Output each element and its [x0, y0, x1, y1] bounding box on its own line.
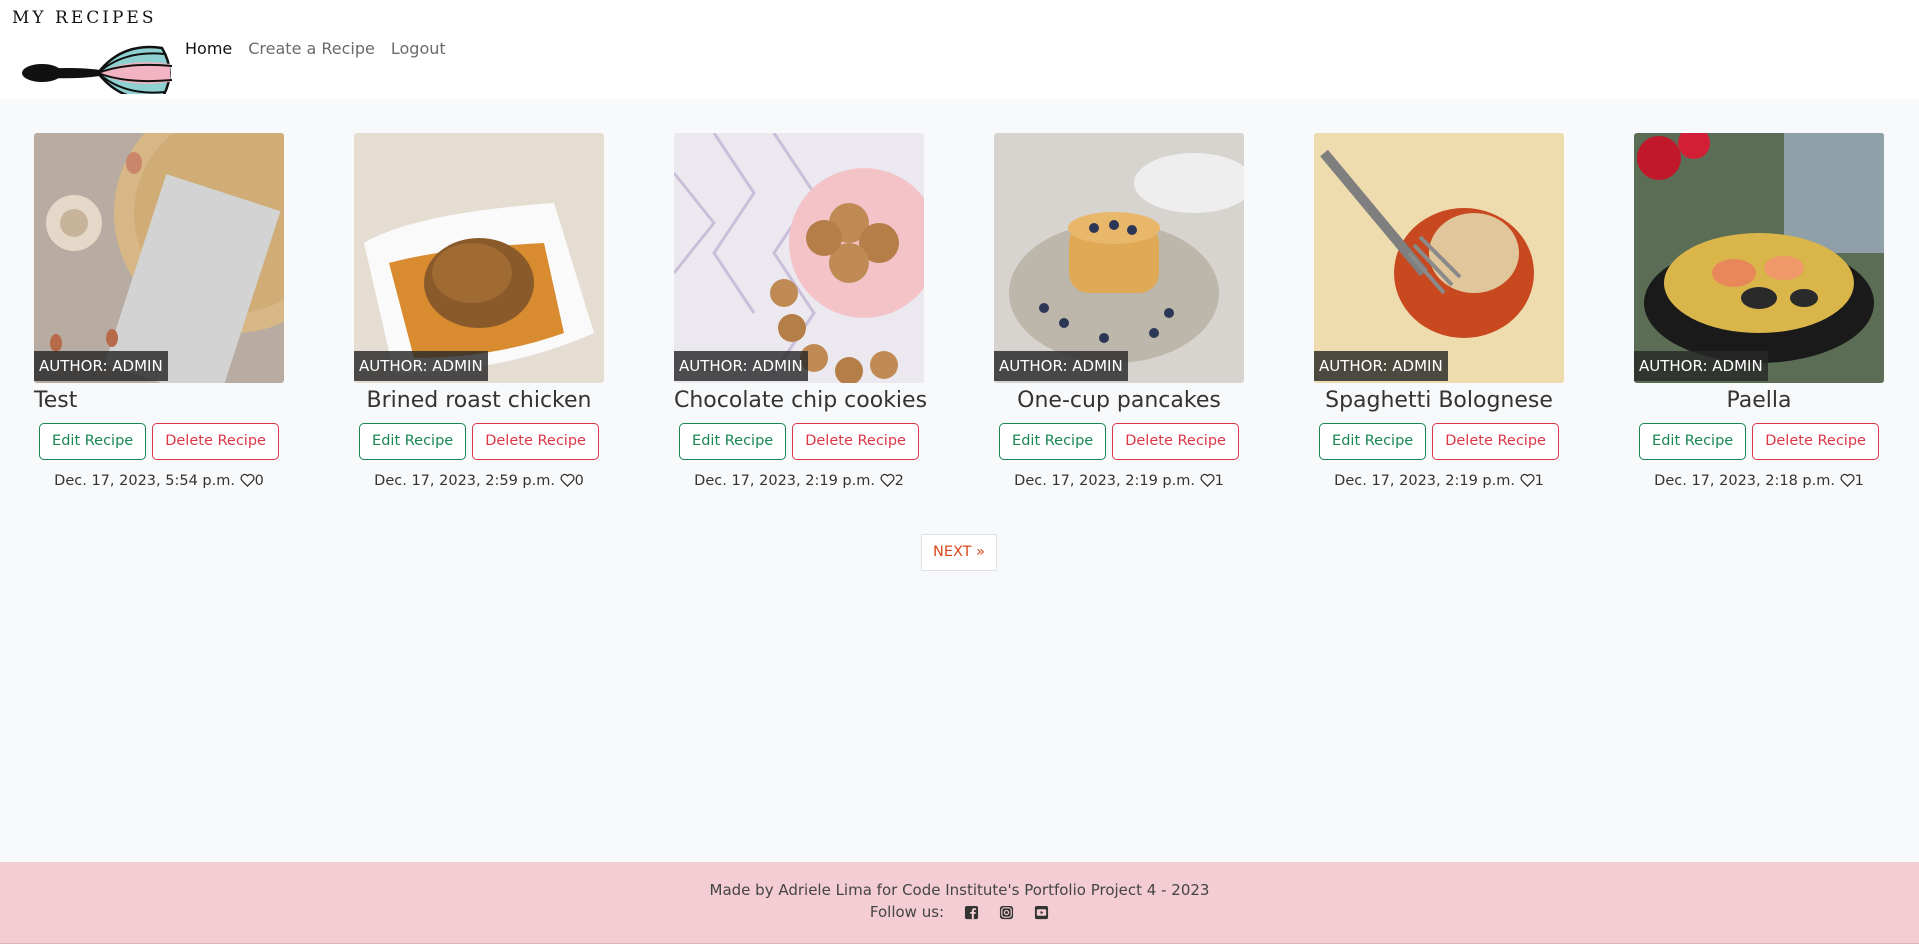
nav-home[interactable]: Home [185, 39, 232, 58]
recipe-meta: Dec. 17, 2023, 2:19 p.m. 1 [1314, 473, 1564, 489]
recipe-date: Dec. 17, 2023, 2:59 p.m. [374, 473, 555, 489]
edit-recipe-button[interactable]: Edit Recipe [359, 423, 467, 460]
recipe-image[interactable]: AUTHOR: ADMIN [674, 133, 924, 383]
recipe-title[interactable]: Spaghetti Bolognese [1314, 385, 1564, 417]
recipe-card: AUTHOR: ADMIN Brined roast chicken Edit … [354, 133, 604, 489]
recipe-meta: Dec. 17, 2023, 2:18 p.m. 1 [1634, 473, 1884, 489]
heart-icon[interactable] [1519, 473, 1535, 487]
recipe-date: Dec. 17, 2023, 2:19 p.m. [1014, 473, 1195, 489]
facebook-icon[interactable] [964, 905, 979, 920]
navbar: MY RECIPES Home Create a Recipe Logout [0, 0, 1919, 99]
brand[interactable]: MY RECIPES [12, 8, 173, 94]
author-label: AUTHOR: ADMIN [1314, 351, 1448, 381]
author-label: AUTHOR: ADMIN [34, 351, 168, 381]
follow-us-label: Follow us: [869, 903, 945, 921]
recipe-image[interactable]: AUTHOR: ADMIN [1314, 133, 1564, 383]
recipe-date: Dec. 17, 2023, 2:18 p.m. [1654, 473, 1835, 489]
delete-recipe-button[interactable]: Delete Recipe [1432, 423, 1559, 460]
edit-recipe-button[interactable]: Edit Recipe [679, 423, 787, 460]
recipe-image[interactable]: AUTHOR: ADMIN [354, 133, 604, 383]
like-count: 0 [574, 473, 584, 489]
recipe-card: AUTHOR: ADMIN Chocolate chip cookies Edi… [674, 133, 927, 489]
whisk-logo-icon [22, 45, 173, 94]
main-nav: Home Create a Recipe Logout [185, 39, 446, 58]
nav-logout[interactable]: Logout [391, 39, 446, 58]
recipe-card: AUTHOR: ADMIN Paella Edit Recipe Delete … [1634, 133, 1884, 489]
like-count: 2 [894, 473, 904, 489]
like-count: 1 [1854, 473, 1864, 489]
recipe-image[interactable]: AUTHOR: ADMIN [994, 133, 1244, 383]
recipe-card: AUTHOR: ADMIN Test Edit Recipe Delete Re… [34, 133, 284, 489]
footer-credit: Made by Adriele Lima for Code Institute'… [709, 881, 1210, 899]
social-links [964, 905, 1049, 920]
recipe-title[interactable]: One-cup pancakes [994, 385, 1244, 417]
heart-icon[interactable] [879, 473, 895, 487]
edit-recipe-button[interactable]: Edit Recipe [39, 423, 147, 460]
recipe-meta: Dec. 17, 2023, 2:19 p.m. 2 [674, 473, 924, 489]
recipe-date: Dec. 17, 2023, 5:54 p.m. [54, 473, 235, 489]
heart-icon[interactable] [1199, 473, 1215, 487]
recipe-meta: Dec. 17, 2023, 2:59 p.m. 0 [354, 473, 604, 489]
brand-title: MY RECIPES [12, 8, 157, 28]
author-label: AUTHOR: ADMIN [354, 351, 488, 381]
like-count: 0 [254, 473, 264, 489]
delete-recipe-button[interactable]: Delete Recipe [1752, 423, 1879, 460]
footer: Made by Adriele Lima for Code Institute'… [0, 862, 1919, 944]
heart-icon[interactable] [239, 473, 255, 487]
nav-create-recipe[interactable]: Create a Recipe [248, 39, 375, 58]
recipe-title[interactable]: Test [34, 385, 284, 417]
recipe-date: Dec. 17, 2023, 2:19 p.m. [694, 473, 875, 489]
author-label: AUTHOR: ADMIN [994, 351, 1128, 381]
recipe-title[interactable]: Paella [1634, 385, 1884, 417]
delete-recipe-button[interactable]: Delete Recipe [152, 423, 279, 460]
recipe-title[interactable]: Brined roast chicken [354, 385, 604, 417]
edit-recipe-button[interactable]: Edit Recipe [999, 423, 1107, 460]
delete-recipe-button[interactable]: Delete Recipe [472, 423, 599, 460]
youtube-icon[interactable] [1034, 905, 1049, 920]
heart-icon[interactable] [559, 473, 575, 487]
instagram-icon[interactable] [999, 905, 1014, 920]
heart-icon[interactable] [1839, 473, 1855, 487]
recipe-card: AUTHOR: ADMIN One-cup pancakes Edit Reci… [994, 133, 1244, 489]
recipe-meta: Dec. 17, 2023, 2:19 p.m. 1 [994, 473, 1244, 489]
author-label: AUTHOR: ADMIN [674, 351, 808, 381]
like-count: 1 [1534, 473, 1544, 489]
edit-recipe-button[interactable]: Edit Recipe [1639, 423, 1747, 460]
recipe-date: Dec. 17, 2023, 2:19 p.m. [1334, 473, 1515, 489]
recipe-meta: Dec. 17, 2023, 5:54 p.m. 0 [34, 473, 284, 489]
recipe-title[interactable]: Chocolate chip cookies [674, 385, 927, 417]
edit-recipe-button[interactable]: Edit Recipe [1319, 423, 1427, 460]
like-count: 1 [1214, 473, 1224, 489]
recipe-card: AUTHOR: ADMIN Spaghetti Bolognese Edit R… [1314, 133, 1564, 489]
recipe-image[interactable]: AUTHOR: ADMIN [34, 133, 284, 383]
author-label: AUTHOR: ADMIN [1634, 351, 1768, 381]
next-page-button[interactable]: NEXT » [921, 534, 997, 571]
recipe-image[interactable]: AUTHOR: ADMIN [1634, 133, 1884, 383]
delete-recipe-button[interactable]: Delete Recipe [792, 423, 919, 460]
delete-recipe-button[interactable]: Delete Recipe [1112, 423, 1239, 460]
